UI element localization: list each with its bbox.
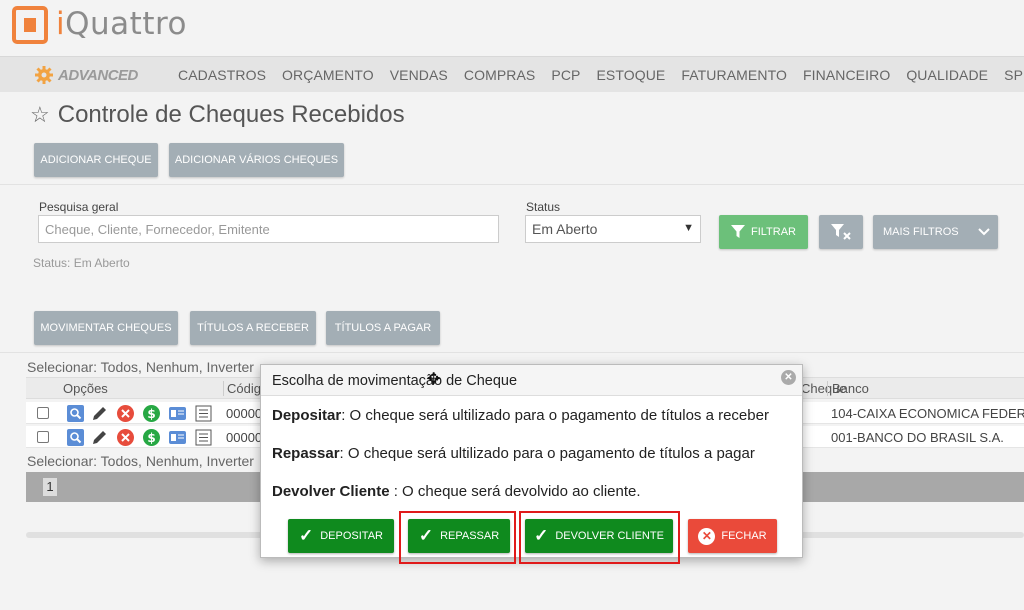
add-many-cheques-button[interactable]: ADICIONAR VÁRIOS CHEQUES (169, 143, 344, 177)
view-icon[interactable] (67, 405, 84, 422)
advanced-brand: ADVANCED (34, 65, 138, 85)
menu-item-estoque[interactable]: ESTOQUE (596, 67, 665, 83)
status-summary: Status: Em Aberto (33, 256, 130, 270)
divider (0, 184, 1024, 185)
filter-icon (730, 225, 745, 238)
menu-item-sped[interactable]: SPED (1004, 67, 1024, 83)
menu-item-cadastros[interactable]: CADASTROS (178, 67, 266, 83)
close-icon[interactable]: ✕ (781, 370, 796, 385)
app-logo-text: iQuattro (56, 6, 188, 42)
clear-filter-button[interactable] (819, 215, 863, 249)
highlight-return-button (519, 511, 680, 564)
gear-icon (35, 66, 53, 84)
divider (0, 352, 1024, 353)
more-filters-button[interactable]: MAIS FILTROS (873, 215, 998, 249)
iquattro-logo-icon (12, 6, 48, 44)
deposit-description: Depositar: O cheque será ultilizado para… (272, 407, 769, 424)
header-logo-bar: iQuattro (0, 0, 1024, 52)
row-bank: 001-BANCO DO BRASIL S.A. (831, 430, 1004, 445)
move-cursor-icon: ✥ (427, 371, 441, 388)
edit-icon[interactable] (91, 405, 108, 422)
menu-item-qualidade[interactable]: QUALIDADE (906, 67, 988, 83)
menu-item-compras[interactable]: COMPRAS (464, 67, 536, 83)
pass-description: Repassar: O cheque será ultilizado para … (272, 445, 755, 462)
page-title-text: Controle de Cheques Recebidos (57, 101, 405, 128)
star-icon[interactable]: ☆ (30, 102, 50, 128)
column-options: Opções (63, 381, 108, 396)
chevron-down-icon: ▼ (683, 222, 694, 234)
clear-filter-icon (831, 224, 851, 240)
row-bank: 104-CAIXA ECONOMICA FEDERAL (831, 406, 1024, 421)
filter-button[interactable]: FILTRAR (719, 215, 808, 249)
delete-icon[interactable] (117, 429, 134, 446)
menu-item-vendas[interactable]: VENDAS (390, 67, 448, 83)
highlight-pass-button (399, 511, 516, 564)
check-icon: ✓ (298, 526, 314, 545)
dialog-header[interactable]: Escolha de movimentação de Cheque ✥ ✕ (261, 365, 802, 396)
row-checkbox[interactable] (37, 431, 49, 443)
status-select[interactable]: Em Aberto ▼ (525, 215, 701, 243)
deposit-button[interactable]: ✓ DEPOSITAR (288, 519, 394, 553)
row-checkbox[interactable] (37, 407, 49, 419)
status-label: Status (526, 200, 561, 214)
edit-icon[interactable] (91, 429, 108, 446)
return-description: Devolver Cliente : O cheque será devolvi… (272, 483, 641, 500)
move-cheques-button[interactable]: MOVIMENTAR CHEQUES (34, 311, 178, 345)
row-code: 00000 (226, 406, 263, 421)
view-icon[interactable] (67, 429, 84, 446)
search-label: Pesquisa geral (39, 200, 119, 214)
list-icon[interactable] (195, 405, 212, 422)
select-all-line[interactable]: Selecionar: Todos, Nenhum, Inverter (27, 359, 254, 375)
list-icon[interactable] (195, 429, 212, 446)
menu-items: CADASTROS ORÇAMENTO VENDAS COMPRAS PCP E… (178, 67, 1024, 83)
brand-label: ADVANCED (58, 66, 138, 84)
dollar-icon[interactable]: $ (143, 405, 160, 422)
receivable-titles-button[interactable]: TÍTULOS A RECEBER (190, 311, 316, 345)
close-circle-icon: ✕ (698, 527, 716, 545)
card-icon[interactable] (169, 405, 186, 422)
page-title: ☆ Controle de Cheques Recebidos (30, 101, 405, 129)
dialog-title: Escolha de movimentação de Cheque (272, 373, 518, 389)
menu-item-orcamento[interactable]: ORÇAMENTO (282, 67, 374, 83)
card-icon[interactable] (169, 429, 186, 446)
status-select-value: Em Aberto (532, 221, 598, 237)
column-bank[interactable]: Banco (827, 381, 869, 396)
menu-item-faturamento[interactable]: FATURAMENTO (681, 67, 787, 83)
menu-item-financeiro[interactable]: FINANCEIRO (803, 67, 890, 83)
svg-text:$: $ (147, 407, 155, 421)
delete-icon[interactable] (117, 405, 134, 422)
filter-button-label: FILTRAR (750, 226, 797, 238)
search-input[interactable]: Cheque, Cliente, Fornecedor, Emitente (38, 215, 499, 243)
row-code: 00000 (226, 430, 263, 445)
close-button[interactable]: ✕ FECHAR (688, 519, 777, 553)
main-menu-bar: ADVANCED CADASTROS ORÇAMENTO VENDAS COMP… (0, 56, 1024, 92)
dollar-icon[interactable]: $ (143, 429, 160, 446)
payable-titles-button[interactable]: TÍTULOS A PAGAR (326, 311, 440, 345)
select-all-line-bottom[interactable]: Selecionar: Todos, Nenhum, Inverter (27, 453, 254, 469)
svg-text:$: $ (147, 431, 155, 445)
add-cheque-button[interactable]: ADICIONAR CHEQUE (34, 143, 158, 177)
page-number[interactable]: 1 (43, 478, 57, 496)
more-filters-label: MAIS FILTROS (883, 226, 959, 238)
chevron-down-icon (978, 228, 990, 236)
menu-item-pcp[interactable]: PCP (551, 67, 580, 83)
